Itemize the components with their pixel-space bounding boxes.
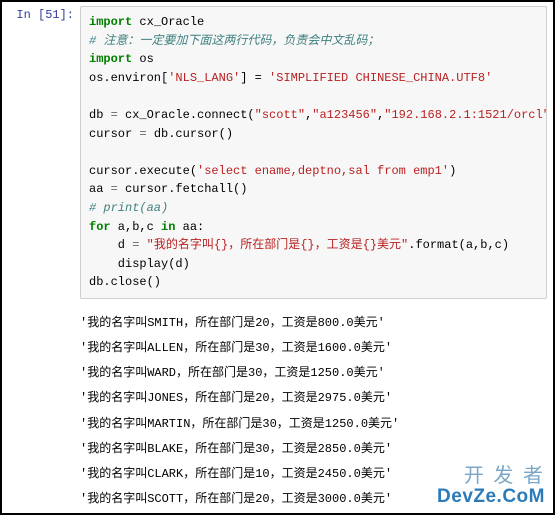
notebook-container: In [51]: import cx_Oracle # 注意：一定要加下面这两行… — [0, 0, 555, 515]
string-literal: 'SIMPLIFIED CHINESE_CHINA.UTF8' — [269, 71, 492, 85]
output-row: '我的名字叫JONES，所在部门是20，工资是2975.0美元' — [80, 391, 392, 405]
string-literal: "我的名字叫{}，所在部门是{}，工资是{}美元" — [147, 238, 409, 252]
code-area[interactable]: import cx_Oracle # 注意：一定要加下面这两行代码，负责会中文乱… — [80, 6, 547, 299]
kw-import: import — [89, 52, 132, 66]
code-text: db.cursor() — [147, 127, 233, 141]
code-text: db.close() — [89, 275, 161, 289]
code-text: display(d) — [89, 257, 190, 271]
operator: = — [111, 108, 118, 122]
input-cell: In [51]: import cx_Oracle # 注意：一定要加下面这两行… — [2, 2, 553, 303]
code-text: cursor.execute( — [89, 164, 197, 178]
code-text: .format(a,b,c) — [408, 238, 509, 252]
output-row: '我的名字叫BLAKE，所在部门是30，工资是2850.0美元' — [80, 442, 392, 456]
code-text: aa: — [175, 220, 204, 234]
output-row: '我的名字叫WARD，所在部门是30，工资是1250.0美元' — [80, 366, 385, 380]
operator: = — [111, 182, 118, 196]
code-text: db — [89, 108, 111, 122]
output-prompt — [2, 303, 80, 315]
output-row: '我的名字叫MARTIN，所在部门是30，工资是1250.0美元' — [80, 417, 399, 431]
kw-import: import — [89, 15, 132, 29]
input-prompt: In [51]: — [2, 2, 80, 28]
code-text: ] = — [240, 71, 269, 85]
kw-for: for — [89, 220, 111, 234]
code-text: aa — [89, 182, 111, 196]
output-cell: '我的名字叫SMITH，所在部门是20，工资是800.0美元' '我的名字叫AL… — [2, 303, 553, 515]
paren: ) — [449, 164, 456, 178]
code-text: cursor.fetchall() — [118, 182, 248, 196]
code-text: cx_Oracle.connect( — [118, 108, 255, 122]
code-text: a,b,c — [111, 220, 161, 234]
string-literal: "192.168.2.1:1521/orcl" — [384, 108, 547, 122]
string-literal: 'select ename,deptno,sal from emp1' — [197, 164, 449, 178]
output-row: '我的名字叫SCOTT，所在部门是20，工资是3000.0美元' — [80, 492, 392, 506]
string-literal: "a123456" — [312, 108, 377, 122]
output-row: '我的名字叫SMITH，所在部门是20，工资是800.0美元' — [80, 316, 385, 330]
code-text — [139, 238, 146, 252]
output-area: '我的名字叫SMITH，所在部门是20，工资是800.0美元' '我的名字叫AL… — [80, 303, 553, 515]
module-cx-oracle: cx_Oracle — [139, 15, 204, 29]
comment-line: # print(aa) — [89, 201, 168, 215]
string-literal: 'NLS_LANG' — [168, 71, 240, 85]
code-text: d — [89, 238, 132, 252]
code-text: cursor — [89, 127, 139, 141]
output-row: '我的名字叫ALLEN，所在部门是30，工资是1600.0美元' — [80, 341, 392, 355]
comment-line: # 注意：一定要加下面这两行代码，负责会中文乱码； — [89, 34, 379, 48]
operator: = — [139, 127, 146, 141]
string-literal: "scott" — [255, 108, 305, 122]
module-os: os — [139, 52, 153, 66]
output-row: '我的名字叫CLARK，所在部门是10，工资是2450.0美元' — [80, 467, 392, 481]
kw-in: in — [161, 220, 175, 234]
code-text: os.environ[ — [89, 71, 168, 85]
